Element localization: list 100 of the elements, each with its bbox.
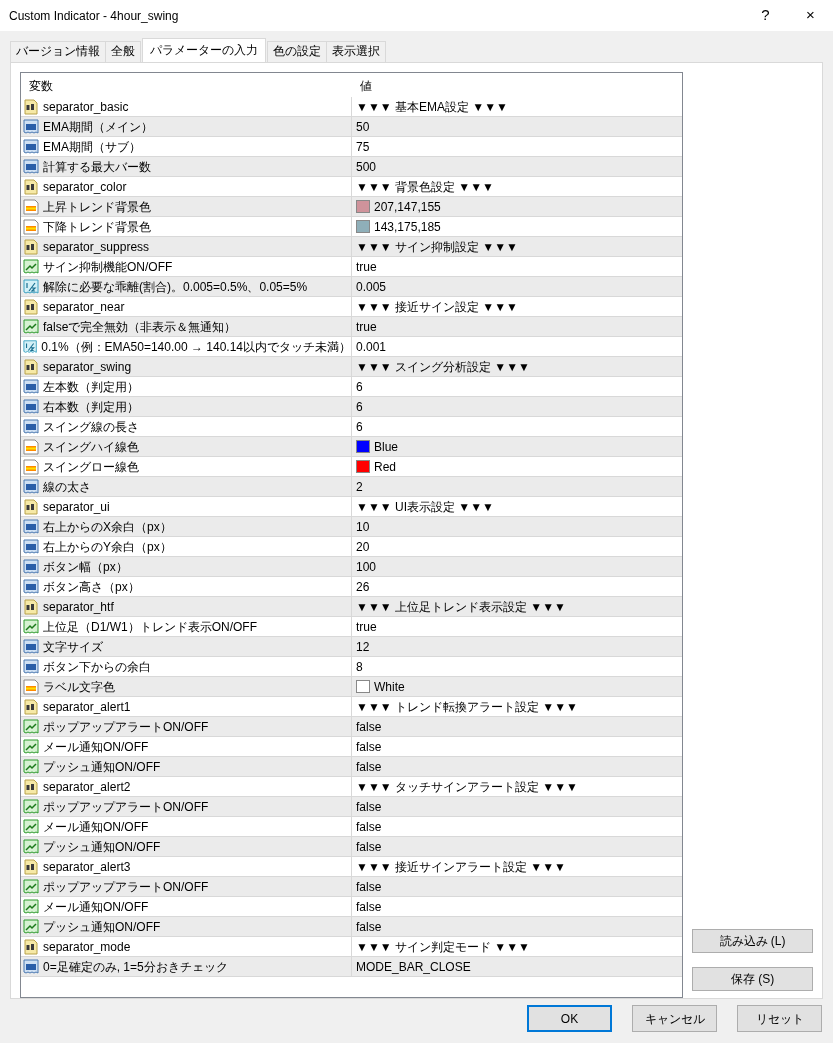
string-type-icon [23,498,39,515]
tab[interactable]: バージョン情報 [10,41,106,62]
reset-button[interactable]: リセット [737,1005,822,1032]
parameter-value[interactable]: Blue [374,437,399,456]
parameter-value[interactable]: ▼▼▼ UI表示設定 ▼▼▼ [356,497,494,516]
number-type-icon [23,518,39,535]
parameter-name: separator_alert3 [43,858,131,876]
parameter-value[interactable]: ▼▼▼ トレンド転換アラート設定 ▼▼▼ [356,697,578,716]
parameter-name: separator_color [43,178,127,196]
tab[interactable]: 表示選択 [326,41,386,62]
string-type-icon [23,938,39,955]
save-button[interactable]: 保存 (S) [692,967,813,991]
parameter-value[interactable]: MODE_BAR_CLOSE [356,957,471,976]
boolean-type-icon [23,878,39,895]
parameter-name: スイング線の長さ [43,418,139,436]
parameter-value[interactable]: Red [374,457,396,476]
parameter-value[interactable]: false [356,817,382,836]
parameter-name: separator_ui [43,498,110,516]
parameter-value[interactable]: 10 [356,517,370,536]
parameter-name: 文字サイズ [43,638,103,656]
parameter-value[interactable]: ▼▼▼ 基本EMA設定 ▼▼▼ [356,97,508,116]
help-button[interactable]: ? [743,0,788,31]
parameter-name: separator_htf [43,598,114,616]
boolean-type-icon [23,898,39,915]
parameter-value[interactable]: false [356,917,382,936]
string-type-icon [23,98,39,115]
parameter-value[interactable]: ▼▼▼ スイング分析設定 ▼▼▼ [356,357,530,376]
parameter-value[interactable]: 75 [356,137,370,156]
parameter-name: プッシュ通知ON/OFF [43,838,161,856]
parameter-value[interactable]: 100 [356,557,377,576]
color-type-icon [23,678,39,695]
boolean-type-icon [23,818,39,835]
parameter-name: メール通知ON/OFF [43,898,149,916]
parameter-name: 上位足（D1/W1）トレンド表示ON/OFF [43,618,257,636]
parameter-value[interactable]: 6 [356,377,363,396]
parameter-value[interactable]: 143,175,185 [374,217,441,236]
parameter-value[interactable]: true [356,317,377,336]
parameter-name: スイングハイ線色 [43,438,139,456]
parameter-value[interactable]: 0.005 [356,277,387,296]
parameter-name: 上昇トレンド背景色 [43,198,151,216]
boolean-type-icon [23,618,39,635]
parameter-value[interactable]: ▼▼▼ 背景色設定 ▼▼▼ [356,177,494,196]
string-type-icon [23,298,39,315]
parameter-value[interactable]: ▼▼▼ サイン抑制設定 ▼▼▼ [356,237,518,256]
parameter-value[interactable]: White [374,677,405,696]
parameter-value[interactable]: 50 [356,117,370,136]
boolean-type-icon [23,258,39,275]
parameter-value[interactable]: ▼▼▼ タッチサインアラート設定 ▼▼▼ [356,777,578,796]
parameter-value[interactable]: 0.001 [356,337,387,356]
parameter-name: 右上からのY余白（px） [43,538,172,556]
tab[interactable]: 全般 [105,41,141,62]
parameter-name: separator_near [43,298,125,316]
parameter-value[interactable]: 6 [356,417,363,436]
parameter-value[interactable]: true [356,617,377,636]
parameter-value[interactable]: false [356,837,382,856]
parameter-value[interactable]: 500 [356,157,377,176]
parameter-value[interactable]: false [356,757,382,776]
parameter-name: 計算する最大バー数 [43,158,151,176]
parameter-value[interactable]: ▼▼▼ 接近サインアラート設定 ▼▼▼ [356,857,566,876]
parameter-value[interactable]: 12 [356,637,370,656]
parameter-name: ボタン高さ（px） [43,578,140,596]
parameter-name: プッシュ通知ON/OFF [43,758,161,776]
boolean-type-icon [23,718,39,735]
parameter-value[interactable]: ▼▼▼ サイン判定モード ▼▼▼ [356,937,530,956]
boolean-type-icon [23,758,39,775]
parameter-value[interactable]: false [356,717,382,736]
parameter-value[interactable]: ▼▼▼ 上位足トレンド表示設定 ▼▼▼ [356,597,566,616]
cancel-button[interactable]: キャンセル [632,1005,717,1032]
parameter-value[interactable]: false [356,797,382,816]
number-type-icon [23,578,39,595]
parameter-value[interactable]: 26 [356,577,370,596]
parameter-value[interactable]: 20 [356,537,370,556]
parameter-value[interactable]: 2 [356,477,363,496]
string-type-icon [23,778,39,795]
parameter-value[interactable]: false [356,737,382,756]
parameter-name: separator_basic [43,98,129,116]
ok-button[interactable]: OK [527,1005,612,1032]
parameter-value[interactable]: 8 [356,657,363,676]
string-type-icon [23,598,39,615]
parameter-value[interactable]: 6 [356,397,363,416]
string-type-icon [23,858,39,875]
number-type-icon [23,378,39,395]
parameter-name: サイン抑制機能ON/OFF [43,258,173,276]
parameter-name: falseで完全無効（非表示＆無通知） [43,318,237,336]
number-type-icon [23,138,39,155]
tab[interactable]: パラメーターの入力 [142,38,266,62]
parameter-name: スイングロー線色 [43,458,139,476]
parameter-value[interactable]: 207,147,155 [374,197,441,216]
parameter-value[interactable]: ▼▼▼ 接近サイン設定 ▼▼▼ [356,297,518,316]
load-button[interactable]: 読み込み (L) [692,929,813,953]
boolean-type-icon [23,918,39,935]
close-button[interactable]: × [788,0,833,31]
parameter-value[interactable]: true [356,257,377,276]
parameter-value[interactable]: false [356,877,382,896]
parameter-name: 下降トレンド背景色 [43,218,151,236]
parameter-value[interactable]: false [356,897,382,916]
column-header: 変数 [28,78,54,95]
tab[interactable]: 色の設定 [267,41,327,62]
string-type-icon [23,698,39,715]
color-type-icon [23,198,39,215]
